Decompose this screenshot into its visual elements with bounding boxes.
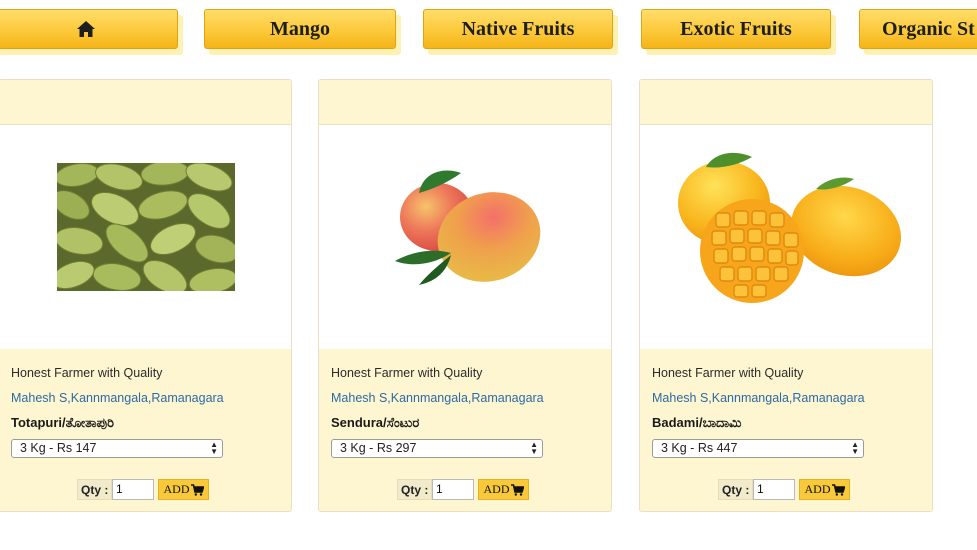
product-card-badami: Honest Farmer with Quality Mahesh S,Kann… (639, 79, 933, 512)
variant-select[interactable]: 3 Kg - Rs 147 ▲ ▼ (11, 439, 223, 458)
add-to-cart-button[interactable]: ADD (799, 479, 850, 500)
product-name: Badami/ಬಾದಾಮಿ (652, 415, 742, 430)
product-info: Honest Farmer with Quality Mahesh S,Kann… (640, 349, 932, 511)
qty-label: Qty : (397, 479, 433, 500)
farmer-link[interactable]: Mahesh S,Kannmangala,Ramanagara (652, 391, 865, 405)
variant-selected-value: 3 Kg - Rs 297 (340, 441, 417, 455)
nav-native-fruits-button[interactable]: Native Fruits (423, 9, 613, 49)
variant-select[interactable]: 3 Kg - Rs 297 ▲ ▼ (331, 439, 543, 458)
product-tagline: Honest Farmer with Quality (652, 366, 804, 380)
farmer-link[interactable]: Mahesh S,Kannmangala,Ramanagara (11, 391, 224, 405)
product-image-container[interactable] (319, 125, 611, 350)
cart-icon (510, 483, 524, 496)
variant-selected-value: 3 Kg - Rs 447 (661, 441, 738, 455)
select-arrows-icon: ▲ ▼ (851, 440, 859, 456)
qty-label: Qty : (77, 479, 113, 500)
product-image[interactable] (676, 151, 908, 311)
add-button-label: ADD (483, 482, 510, 496)
card-header (640, 80, 932, 125)
product-tagline: Honest Farmer with Quality (331, 366, 483, 380)
qty-input[interactable]: 1 (753, 479, 795, 500)
product-card-totapuri: Honest Farmer with Quality Mahesh S,Kann… (0, 79, 292, 512)
nav-exotic-fruits-button[interactable]: Exotic Fruits (641, 9, 831, 49)
add-to-cart-button[interactable]: ADD (158, 479, 209, 500)
product-info: Honest Farmer with Quality Mahesh S,Kann… (0, 349, 291, 511)
product-tagline: Honest Farmer with Quality (11, 366, 163, 380)
select-arrows-icon: ▲ ▼ (210, 440, 218, 456)
qty-input[interactable]: 1 (432, 479, 474, 500)
product-image-container[interactable] (640, 125, 932, 350)
nav-home-button[interactable] (0, 9, 178, 49)
farmer-link[interactable]: Mahesh S,Kannmangala,Ramanagara (331, 391, 544, 405)
select-arrows-icon: ▲ ▼ (530, 440, 538, 456)
product-card-sendura: Honest Farmer with Quality Mahesh S,Kann… (318, 79, 612, 512)
cart-icon (831, 483, 845, 496)
product-name: Totapuri/ತೋತಾಪುರಿ (11, 415, 115, 430)
product-image[interactable] (389, 143, 549, 323)
add-to-cart-button[interactable]: ADD (478, 479, 529, 500)
home-icon (77, 21, 95, 37)
nav-mango-button[interactable]: Mango (204, 9, 396, 49)
product-image[interactable] (57, 163, 235, 291)
card-header (319, 80, 611, 125)
product-image-container[interactable] (0, 125, 291, 350)
add-button-label: ADD (163, 482, 190, 496)
qty-label: Qty : (718, 479, 754, 500)
product-info: Honest Farmer with Quality Mahesh S,Kann… (319, 349, 611, 511)
nav-organic-button[interactable]: Organic St (859, 9, 977, 49)
product-name: Sendura/ಸೆಂಟುರ (331, 415, 420, 430)
variant-select[interactable]: 3 Kg - Rs 447 ▲ ▼ (652, 439, 864, 458)
card-header (0, 80, 291, 125)
qty-input[interactable]: 1 (112, 479, 154, 500)
variant-selected-value: 3 Kg - Rs 147 (20, 441, 97, 455)
add-button-label: ADD (804, 482, 831, 496)
cart-icon (190, 483, 204, 496)
category-nav: Mango Native Fruits Exotic Fruits Organi… (0, 0, 977, 70)
